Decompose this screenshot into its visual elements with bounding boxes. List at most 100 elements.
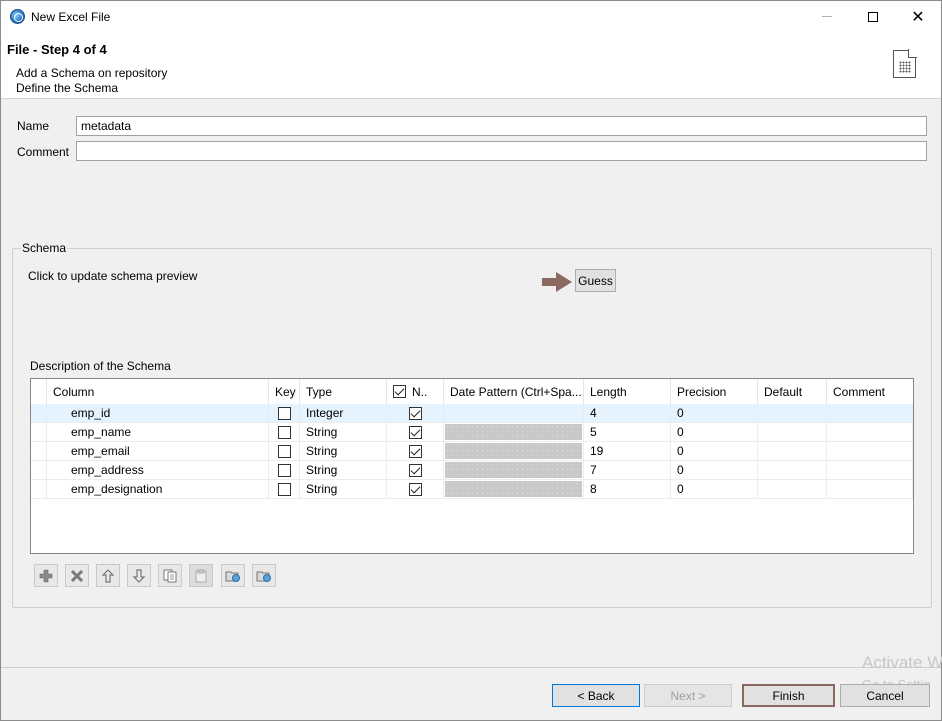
back-button[interactable]: < Back: [552, 684, 640, 707]
key-checkbox[interactable]: [277, 425, 291, 439]
nullable-checkbox[interactable]: [408, 482, 422, 496]
add-row-button[interactable]: [34, 564, 58, 587]
cell-column[interactable]: emp_name: [47, 423, 269, 442]
finish-button[interactable]: Finish: [742, 684, 835, 707]
cell-length[interactable]: 8: [584, 480, 671, 499]
export-icon: [256, 571, 271, 582]
maximize-button[interactable]: [850, 1, 896, 32]
cell-precision[interactable]: 0: [671, 442, 758, 461]
header-default[interactable]: Default: [758, 379, 827, 404]
header-column[interactable]: Column: [47, 379, 269, 404]
key-checkbox[interactable]: [277, 406, 291, 420]
move-up-icon: [101, 568, 115, 583]
cell-type[interactable]: String: [300, 461, 387, 480]
key-checkbox[interactable]: [277, 444, 291, 458]
close-button[interactable]: ✕: [895, 1, 941, 32]
cell-length[interactable]: 19: [584, 442, 671, 461]
cell-length[interactable]: 7: [584, 461, 671, 480]
cell-default[interactable]: [758, 480, 827, 499]
cell-nullable[interactable]: [387, 423, 444, 442]
header-type[interactable]: Type: [300, 379, 387, 404]
header-precision[interactable]: Precision: [671, 379, 758, 404]
comment-input[interactable]: [76, 141, 927, 161]
cell-date-pattern[interactable]: [444, 442, 584, 461]
export-button[interactable]: [252, 564, 276, 587]
cell-key[interactable]: [269, 404, 300, 423]
add-icon: [39, 569, 53, 582]
remove-row-button[interactable]: [65, 564, 89, 587]
cell-column[interactable]: emp_id: [47, 404, 269, 423]
next-button[interactable]: Next >: [644, 684, 732, 707]
cell-precision[interactable]: 0: [671, 404, 758, 423]
cancel-button[interactable]: Cancel: [840, 684, 930, 707]
cell-comment[interactable]: [827, 423, 913, 442]
cell-column[interactable]: emp_email: [47, 442, 269, 461]
cell-default[interactable]: [758, 461, 827, 480]
cell-nullable[interactable]: [387, 442, 444, 461]
cell-comment[interactable]: [827, 404, 913, 423]
copy-button[interactable]: [158, 564, 182, 587]
comment-label: Comment: [17, 145, 70, 159]
nullable-checkbox[interactable]: [408, 406, 422, 420]
table-row[interactable]: emp_designation String 8 0: [31, 480, 913, 499]
cell-precision[interactable]: 0: [671, 423, 758, 442]
cell-type[interactable]: Integer: [300, 404, 387, 423]
nullable-checkbox[interactable]: [408, 444, 422, 458]
cell-date-pattern[interactable]: [444, 404, 584, 423]
table-row[interactable]: emp_name String 5 0: [31, 423, 913, 442]
cell-date-pattern[interactable]: [444, 480, 584, 499]
cell-type[interactable]: String: [300, 442, 387, 461]
name-label: Name: [17, 119, 50, 133]
header-comment[interactable]: Comment: [827, 379, 913, 404]
cell-type[interactable]: String: [300, 423, 387, 442]
header-nullable[interactable]: N..: [387, 379, 444, 404]
cell-precision[interactable]: 0: [671, 461, 758, 480]
table-row[interactable]: emp_id Integer 4 0: [31, 404, 913, 423]
cell-date-pattern[interactable]: [444, 423, 584, 442]
nullable-all-checkbox[interactable]: [393, 385, 406, 398]
table-row[interactable]: emp_email String 19 0: [31, 442, 913, 461]
cell-column[interactable]: emp_address: [47, 461, 269, 480]
cell-spacer: [31, 404, 47, 423]
paste-button[interactable]: [189, 564, 213, 587]
key-checkbox[interactable]: [277, 482, 291, 496]
step-description: Add a Schema on repository: [16, 66, 168, 80]
cell-comment[interactable]: [827, 442, 913, 461]
header-length[interactable]: Length: [584, 379, 671, 404]
cell-spacer: [31, 442, 47, 461]
cell-length[interactable]: 5: [584, 423, 671, 442]
minimize-button[interactable]: [804, 1, 850, 32]
close-icon: ✕: [911, 8, 925, 26]
import-button[interactable]: [221, 564, 245, 587]
nullable-checkbox[interactable]: [408, 463, 422, 477]
cell-comment[interactable]: [827, 461, 913, 480]
name-input[interactable]: [76, 116, 927, 136]
guess-button[interactable]: Guess: [575, 269, 616, 292]
cell-key[interactable]: [269, 480, 300, 499]
table-header: Column Key Type N.. Date Pattern (Ctrl+S…: [31, 379, 913, 404]
key-checkbox[interactable]: [277, 463, 291, 477]
table-row[interactable]: emp_address String 7 0: [31, 461, 913, 480]
nullable-checkbox[interactable]: [408, 425, 422, 439]
cell-type[interactable]: String: [300, 480, 387, 499]
cell-default[interactable]: [758, 442, 827, 461]
move-up-button[interactable]: [96, 564, 120, 587]
cell-length[interactable]: 4: [584, 404, 671, 423]
cell-key[interactable]: [269, 461, 300, 480]
move-down-icon: [132, 568, 146, 583]
cell-key[interactable]: [269, 442, 300, 461]
cell-nullable[interactable]: [387, 461, 444, 480]
cell-nullable[interactable]: [387, 404, 444, 423]
cell-default[interactable]: [758, 404, 827, 423]
cell-date-pattern[interactable]: [444, 461, 584, 480]
header-date-pattern[interactable]: Date Pattern (Ctrl+Spa...: [444, 379, 584, 404]
schema-description-label: Description of the Schema: [30, 359, 171, 373]
cell-precision[interactable]: 0: [671, 480, 758, 499]
cell-comment[interactable]: [827, 480, 913, 499]
cell-default[interactable]: [758, 423, 827, 442]
header-key[interactable]: Key: [269, 379, 300, 404]
cell-column[interactable]: emp_designation: [47, 480, 269, 499]
move-down-button[interactable]: [127, 564, 151, 587]
cell-nullable[interactable]: [387, 480, 444, 499]
cell-key[interactable]: [269, 423, 300, 442]
